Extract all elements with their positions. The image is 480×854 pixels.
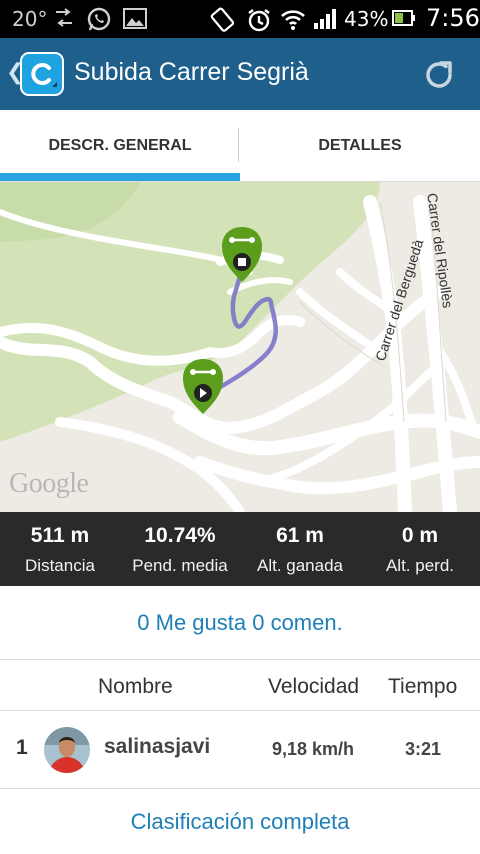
stat-label: Pend. media [132,556,228,575]
battery-percentage: 43% [344,7,389,31]
tab-general-overview[interactable]: DESCR. GENERAL [0,110,240,182]
column-header-name: Nombre [98,675,173,698]
app-bar: ❮ Subida Carrer Segrià [0,38,480,110]
app-logo[interactable] [20,52,64,96]
stat-elevation-loss: 0 m Alt. perd. [360,512,480,586]
app-logo-icon [31,63,57,87]
tab-divider [238,128,239,162]
avatar[interactable] [44,727,90,773]
likes-comments-link[interactable]: 0 Me gusta 0 comen. [0,586,480,660]
route-map[interactable]: Carrer del Berguedà Carrer del Ripollès … [0,182,480,512]
stat-label: Alt. ganada [256,556,343,575]
data-transfer-icon [56,8,72,27]
column-header-time: Tiempo [388,675,458,698]
temperature-text: 20° [12,7,48,31]
stat-label: Alt. perd. [385,556,455,575]
stat-value: 10.74% [144,524,216,547]
speed-value: 9,18 km/h [272,739,355,759]
tab-details[interactable]: DETALLES [240,110,480,182]
tab-bar: DESCR. GENERAL DETALLES [0,110,480,182]
rotation-icon [210,7,235,32]
status-bar: 20° 43% 7:56 [0,0,480,38]
username[interactable]: salinasjavi [104,735,210,759]
active-tab-indicator [0,173,240,181]
stat-label: Distancia [25,556,95,575]
stat-value: 511 m [30,524,90,547]
stat-value: 61 m [276,524,324,547]
stat-average-grade: 10.74% Pend. media [120,512,240,586]
stat-elevation-gain: 61 m Alt. ganada [240,512,360,586]
time-value: 3:21 [405,739,442,759]
page-title: Subida Carrer Segrià [74,58,309,86]
leaderboard-row[interactable]: 1 salinasjavi 9,18 km/h 3:21 [0,711,480,789]
stats-bar: 511 m Distancia 10.74% Pend. media 61 m … [0,512,480,586]
full-ranking-link[interactable]: Clasificación completa [0,790,480,854]
battery-icon [392,10,415,26]
refresh-icon[interactable] [420,56,458,94]
leaderboard-header: Nombre Velocidad Tiempo [0,661,480,711]
wifi-icon [281,10,305,30]
clock: 7:56 [426,4,480,32]
stat-value: 0 m [401,524,439,547]
stat-distance: 511 m Distancia [0,512,120,586]
map-canvas[interactable] [0,182,480,512]
column-header-speed: Velocidad [268,675,360,698]
google-attribution: Google [9,468,89,499]
rank: 1 [16,736,28,759]
avatar-image [44,727,90,773]
alarm-icon [248,9,270,32]
image-icon [123,8,147,29]
whatsapp-icon [87,7,111,31]
signal-icon [314,9,336,29]
